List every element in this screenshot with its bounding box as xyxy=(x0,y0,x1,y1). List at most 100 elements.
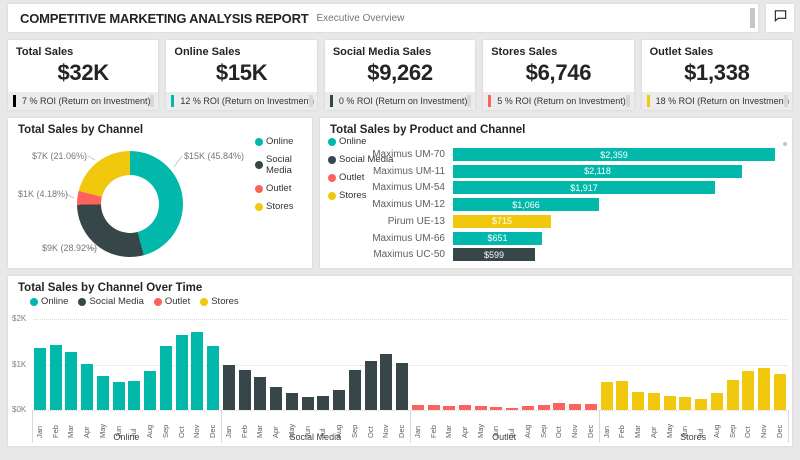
time-bar-stores-jul[interactable] xyxy=(695,399,708,410)
time-bar-social-media-sep[interactable] xyxy=(348,369,361,410)
legend-item-social-media[interactable]: Social Media xyxy=(78,296,144,307)
time-bar-stores-nov[interactable] xyxy=(758,367,771,410)
time-bar-outlet-feb[interactable] xyxy=(427,404,440,410)
time-bar-stores-feb[interactable] xyxy=(616,381,629,410)
time-bar-outlet-mar[interactable] xyxy=(443,406,456,410)
kpi-card-social-media-sales[interactable]: Social Media Sales $9,262 0 % ROI (Return … xyxy=(324,40,476,110)
kpi-footer-scrollbar-thumb[interactable] xyxy=(308,95,313,107)
time-bar-outlet-may[interactable] xyxy=(474,406,487,410)
time-bar-stores-sep[interactable] xyxy=(726,379,739,410)
product-bar[interactable]: $599 xyxy=(453,248,535,262)
kpi-card-stores-sales[interactable]: Stores Sales $6,746 5 % ROI (Return on Inv… xyxy=(483,40,634,110)
legend-item-online[interactable]: Online xyxy=(328,136,393,147)
kpi-footer-scrollbar-thumb[interactable] xyxy=(784,95,789,107)
time-bar-social-media-jan[interactable] xyxy=(222,365,235,410)
time-bar-social-media-aug[interactable] xyxy=(333,389,346,410)
time-bar-outlet-jul[interactable] xyxy=(506,407,519,410)
legend-item-online[interactable]: Online xyxy=(255,136,312,147)
time-bar-stores-mar[interactable] xyxy=(632,391,645,410)
donut-chart[interactable] xyxy=(77,151,183,257)
product-bar[interactable]: $1,917 xyxy=(453,181,715,195)
legend-item-outlet[interactable]: Outlet xyxy=(255,183,312,194)
time-bar-online-jul[interactable] xyxy=(128,381,141,410)
time-bar-stores-jan[interactable] xyxy=(600,381,613,410)
time-bar-online-may[interactable] xyxy=(96,375,109,410)
bar-value-label: $2,359 xyxy=(600,149,628,160)
donut-slice-label-online: $15K (45.84%) xyxy=(184,151,245,161)
time-bar-social-media-apr[interactable] xyxy=(270,386,283,410)
legend-dot-icon xyxy=(255,137,263,146)
month-axis-label: Nov xyxy=(570,424,580,438)
dashboard-page: COMPETITIVE MARKETING ANALYSIS REPORT Ex… xyxy=(0,0,800,460)
legend-item-outlet[interactable]: Outlet xyxy=(153,296,190,307)
month-axis-label: Nov xyxy=(759,424,769,438)
legend-item-stores[interactable]: Stores xyxy=(255,201,312,212)
month-axis-label: Mar xyxy=(444,425,454,438)
time-bar-outlet-oct[interactable] xyxy=(553,403,566,410)
time-bar-online-jun[interactable] xyxy=(112,381,125,410)
time-bar-online-dec[interactable] xyxy=(207,346,220,410)
time-bar-online-feb[interactable] xyxy=(49,344,62,410)
time-bar-social-media-jun[interactable] xyxy=(301,396,314,410)
product-bar[interactable]: $1,066 xyxy=(453,198,599,212)
time-bar-social-media-nov[interactable] xyxy=(380,353,393,410)
product-row-maximus-um-12: Maximus UM-12 $1,066 xyxy=(320,198,792,212)
time-bar-stores-oct[interactable] xyxy=(742,371,755,410)
legend-dot-icon xyxy=(30,297,38,306)
header-scrollbar-thumb[interactable] xyxy=(750,8,755,28)
time-bar-social-media-may[interactable] xyxy=(285,392,298,410)
time-bar-outlet-sep[interactable] xyxy=(537,404,550,410)
group-separator-line xyxy=(220,410,222,443)
time-bar-outlet-nov[interactable] xyxy=(569,403,582,410)
time-bar-online-apr[interactable] xyxy=(81,363,94,410)
roi-marker-bar xyxy=(13,95,16,107)
gridline xyxy=(34,319,787,320)
time-bar-online-nov[interactable] xyxy=(191,331,204,410)
kpi-card-total-sales[interactable]: Total Sales $32K 7 % ROI (Return on Invest… xyxy=(8,40,159,110)
time-bar-social-media-jul[interactable] xyxy=(317,395,330,410)
product-bar[interactable]: $2,359 xyxy=(453,148,775,161)
time-bar-online-jan[interactable] xyxy=(34,347,46,410)
product-bar[interactable]: $2,118 xyxy=(453,164,742,178)
time-bar-online-mar[interactable] xyxy=(65,352,78,410)
time-bar-social-media-feb[interactable] xyxy=(238,370,251,410)
time-bar-outlet-apr[interactable] xyxy=(458,405,471,410)
time-bar-outlet-dec[interactable] xyxy=(584,403,597,410)
time-bar-stores-apr[interactable] xyxy=(647,393,660,410)
roi-marker-bar xyxy=(171,95,175,107)
kpi-roi-footer: 7 % ROI (Return on Investment) xyxy=(8,92,159,110)
legend-label: Online xyxy=(339,136,367,147)
product-bar[interactable]: $715 xyxy=(453,214,551,228)
time-bar-outlet-jun[interactable] xyxy=(490,406,503,410)
month-axis-label: Oct xyxy=(743,426,753,438)
comments-button[interactable] xyxy=(766,4,794,32)
kpi-footer-scrollbar-thumb[interactable] xyxy=(467,95,472,107)
chart-title: Total Sales by Channel Over Time xyxy=(18,282,203,294)
time-bar-outlet-aug[interactable] xyxy=(521,406,534,410)
chart-scrollbar-dot[interactable] xyxy=(783,142,787,146)
legend-item-online[interactable]: Online xyxy=(30,296,68,307)
time-bar-online-aug[interactable] xyxy=(144,370,157,410)
kpi-title: Stores Sales xyxy=(491,46,558,58)
kpi-value: $1,338 xyxy=(684,60,750,85)
kpi-card-online-sales[interactable]: Online Sales $15K 12 % ROI (Return on Inve… xyxy=(166,40,317,110)
time-bar-social-media-dec[interactable] xyxy=(396,362,409,410)
time-bar-outlet-jan[interactable] xyxy=(411,404,424,410)
product-bar[interactable]: $651 xyxy=(453,231,542,245)
time-bar-online-oct[interactable] xyxy=(175,334,188,410)
kpi-footer-scrollbar-thumb[interactable] xyxy=(150,95,155,107)
time-bar-stores-jun[interactable] xyxy=(679,397,692,410)
time-bar-social-media-mar[interactable] xyxy=(254,376,267,410)
time-bar-stores-dec[interactable] xyxy=(773,373,786,410)
kpi-card-outlet-sales[interactable]: Outlet Sales $1,338 18 % ROI (Return on In… xyxy=(641,40,793,110)
time-bar-social-media-oct[interactable] xyxy=(364,361,377,410)
month-axis-label: Oct xyxy=(554,426,564,438)
time-bar-stores-aug[interactable] xyxy=(710,392,723,410)
time-bar-online-sep[interactable] xyxy=(159,346,172,410)
month-axis-label: Jan xyxy=(601,425,611,438)
legend-item-social-media[interactable]: Social Media xyxy=(255,154,312,176)
kpi-footer-scrollbar-thumb[interactable] xyxy=(625,95,630,107)
bar-value-label: $1,917 xyxy=(570,182,598,193)
legend-item-stores[interactable]: Stores xyxy=(200,296,239,307)
time-bar-stores-may[interactable] xyxy=(663,396,676,410)
